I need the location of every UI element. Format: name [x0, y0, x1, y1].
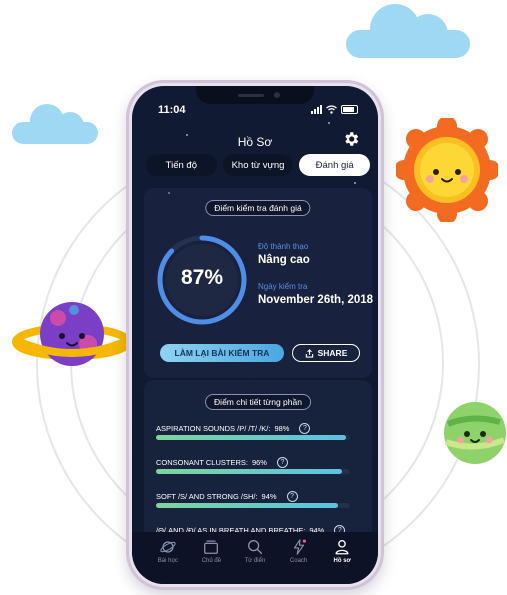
status-time: 11:04 [158, 104, 186, 116]
share-button[interactable]: SHARE [292, 344, 360, 362]
level-value: Nâng cao [258, 254, 310, 266]
planet-icon [160, 541, 176, 553]
score-value: 87% [180, 266, 224, 289]
nav-lessons[interactable]: Bài học [148, 532, 188, 584]
battery-icon [341, 105, 358, 114]
skill-label: ASPIRATION SOUNDS /P/ /T/ /K/: 98%? [156, 423, 311, 434]
stack-icon [204, 540, 219, 554]
help-icon[interactable]: ? [299, 423, 311, 434]
planet-mascot-icon [12, 302, 132, 366]
status-icons [311, 105, 358, 114]
nav-label: Hồ sơ [333, 558, 351, 564]
nav-coach[interactable]: Coach [279, 532, 319, 584]
help-icon[interactable]: ? [286, 491, 298, 502]
wifi-icon [326, 105, 337, 114]
sun-mascot-icon [396, 118, 498, 222]
nav-label: Chủ đề [201, 558, 222, 564]
skill-progress-track [156, 435, 350, 440]
lightning-icon [293, 539, 306, 555]
assessment-section-title: Điểm kiểm tra đánh giá [205, 200, 311, 216]
cloud-illustration [346, 0, 470, 60]
score-ring: 87% [154, 232, 250, 328]
user-icon [335, 540, 349, 555]
search-icon [248, 540, 263, 555]
app-screen: 11:04 Hồ Sơ Tiến độ Kho từ vựng Đánh giá… [132, 86, 378, 584]
skill-progress-bar [156, 435, 347, 440]
tab-assessment[interactable]: Đánh giá [299, 154, 371, 176]
share-icon [305, 348, 313, 358]
help-icon[interactable]: ? [276, 457, 288, 468]
gear-icon[interactable] [342, 130, 360, 148]
nav-topics[interactable]: Chủ đề [191, 532, 231, 584]
profile-tabs: Tiến độ Kho từ vựng Đánh giá [146, 154, 371, 176]
retake-test-button[interactable]: LÀM LẠI BÀI KIỂM TRA [160, 344, 284, 362]
cloud-illustration [12, 100, 98, 144]
skill-label: SOFT /S/ AND STRONG /SH/: 94%? [156, 491, 298, 502]
nav-dictionary[interactable]: Từ điển [235, 532, 275, 584]
nav-label: Từ điển [244, 558, 266, 564]
signal-icon [311, 105, 322, 114]
green-planet-mascot-icon [444, 402, 506, 464]
skill-label: CONSONANT CLUSTERS: 96%? [156, 457, 288, 468]
skill-progress-bar [156, 503, 339, 508]
skill-progress-bar [156, 469, 343, 474]
test-date-value: November 26th, 2018 [258, 294, 374, 306]
skill-progress-track [156, 469, 350, 474]
level-label: Độ thành thạo [258, 242, 309, 251]
nav-label: Coach [289, 558, 308, 564]
nav-profile[interactable]: Hồ sơ [322, 532, 362, 584]
phone-frame: 11:04 Hồ Sơ Tiến độ Kho từ vựng Đánh giá… [126, 80, 384, 590]
tab-vocabulary[interactable]: Kho từ vựng [222, 154, 294, 176]
phone-notch [196, 86, 314, 104]
bottom-navigation: Bài học Chủ đề Từ điển Coach Hồ sơ [132, 532, 378, 584]
test-date-label: Ngày kiểm tra [258, 282, 308, 291]
details-section-title: Điểm chi tiết từng phần [205, 394, 311, 410]
share-button-label: SHARE [317, 348, 348, 358]
skill-progress-track [156, 503, 350, 508]
nav-label: Bài học [157, 558, 178, 564]
tab-progress[interactable]: Tiến độ [146, 154, 217, 176]
